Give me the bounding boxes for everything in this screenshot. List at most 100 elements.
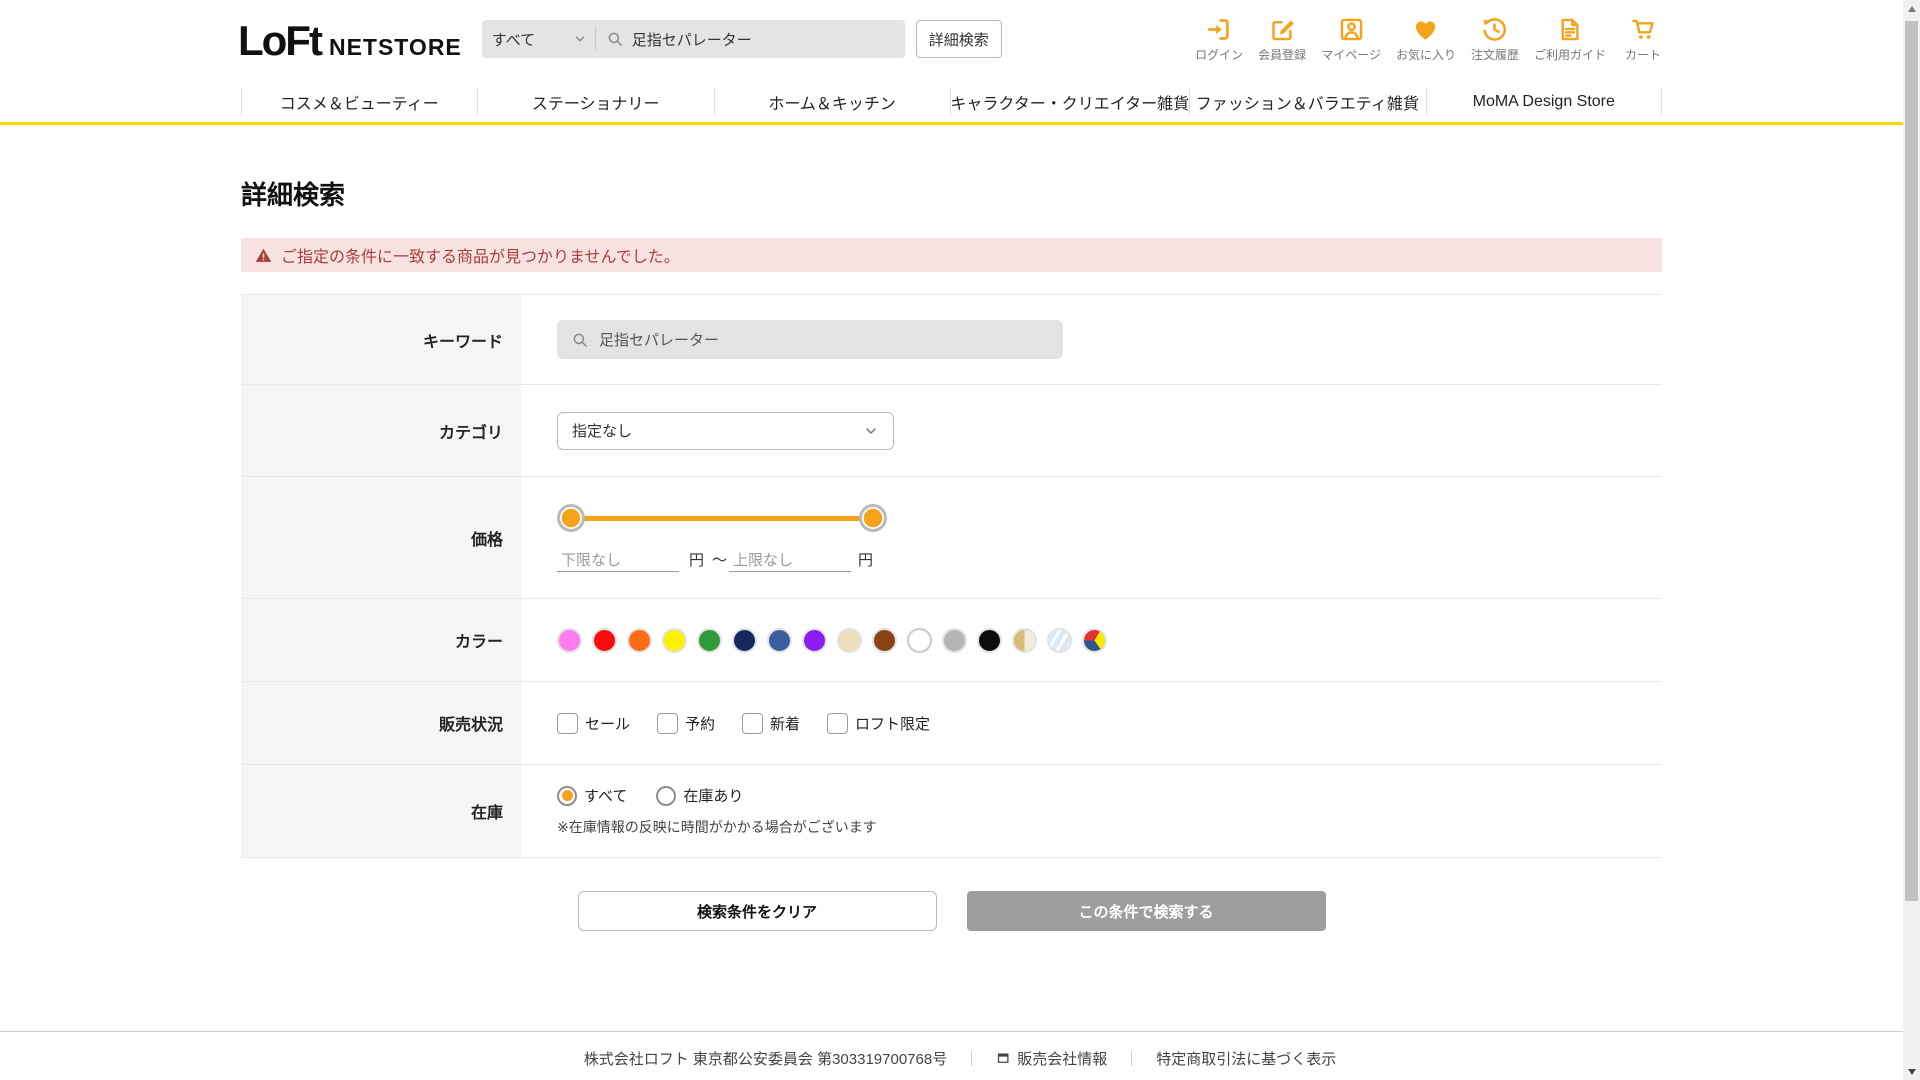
range-tilde: ～ bbox=[712, 552, 728, 569]
nav-item-cosmetics-beauty[interactable]: コスメ＆ビューティー bbox=[241, 81, 477, 122]
chevron-down-icon bbox=[866, 427, 876, 434]
color-swatch-black[interactable] bbox=[977, 627, 1002, 653]
register-link[interactable]: 会員登録 bbox=[1258, 16, 1306, 63]
radio-in-stock-circle bbox=[656, 785, 677, 806]
sales-status-label: 販売状況 bbox=[241, 682, 521, 764]
checkbox-sale-box bbox=[557, 712, 578, 734]
guide-link[interactable]: ご利用ガイド bbox=[1534, 16, 1606, 63]
nav-item-fashion-variety-goods[interactable]: ファッション＆バラエティ雑貨 bbox=[1189, 81, 1425, 122]
search-icon bbox=[573, 333, 587, 347]
stock-row: 在庫 すべて 在庫あり ※在庫情報の反映に時間がかかる場合がございます bbox=[241, 765, 1662, 858]
footer-divider bbox=[971, 1051, 973, 1066]
search-scope-value: すべて bbox=[491, 31, 536, 49]
color-swatch-navy[interactable] bbox=[732, 627, 757, 653]
keyword-input-box bbox=[557, 320, 1063, 359]
color-row: カラー bbox=[241, 599, 1662, 682]
slider-track bbox=[570, 516, 874, 521]
nav-item-home-kitchen[interactable]: ホーム＆キッチン bbox=[713, 81, 950, 122]
radio-stock-all-circle bbox=[557, 785, 577, 806]
color-swatch-clear[interactable] bbox=[1047, 627, 1072, 653]
scrollbar-thumb[interactable] bbox=[1905, 21, 1918, 901]
logo-main-text: LoFt bbox=[238, 17, 323, 64]
heart-icon bbox=[1416, 21, 1436, 40]
category-nav: コスメ＆ビューティー ステーショナリー ホーム＆キッチン キャラクター・クリエイ… bbox=[241, 81, 1662, 122]
color-swatch-green[interactable] bbox=[697, 627, 722, 653]
guide-icon bbox=[1562, 18, 1580, 41]
mypage-link[interactable]: マイページ bbox=[1321, 16, 1381, 63]
yen-label-max: 円 bbox=[858, 552, 874, 569]
search-divider bbox=[594, 27, 596, 51]
keyword-input[interactable] bbox=[599, 331, 1019, 348]
order-history-link[interactable]: 注文履歴 bbox=[1471, 16, 1519, 63]
page-title: 詳細検索 bbox=[241, 180, 346, 210]
external-window-icon bbox=[998, 1053, 1009, 1063]
order-history-label: 注文履歴 bbox=[1470, 48, 1519, 62]
guide-label: ご利用ガイド bbox=[1533, 48, 1606, 62]
radio-stock-all[interactable]: すべて bbox=[557, 785, 627, 806]
header-search-input[interactable] bbox=[631, 30, 862, 48]
slider-handle-min[interactable] bbox=[557, 504, 585, 532]
nav-item-moma-design-store[interactable]: MoMA Design Store bbox=[1425, 81, 1662, 122]
checkbox-preorder[interactable]: 予約 bbox=[657, 712, 715, 734]
clear-search-button[interactable]: 検索条件をクリア bbox=[577, 891, 937, 931]
header-search-bar: すべて bbox=[481, 20, 905, 58]
color-swatch-pink[interactable] bbox=[557, 627, 582, 653]
category-selected-value: 指定なし bbox=[572, 423, 633, 440]
register-icon bbox=[1271, 20, 1294, 41]
footer-link-seller-info[interactable]: 販売会社情報 bbox=[996, 1048, 1107, 1069]
scrollbar[interactable] bbox=[1903, 0, 1920, 1080]
warning-icon bbox=[255, 248, 272, 262]
radio-in-stock[interactable]: 在庫あり bbox=[656, 785, 743, 806]
checkbox-sale[interactable]: セール bbox=[557, 712, 630, 734]
category-label: カテゴリ bbox=[241, 385, 521, 476]
color-swatch-yellow[interactable] bbox=[662, 627, 687, 653]
color-swatch-gold-silver[interactable] bbox=[1012, 627, 1037, 653]
color-label: カラー bbox=[241, 599, 521, 681]
footer-divider bbox=[1131, 1051, 1133, 1066]
sales-status-row: 販売状況 セール 予約 新着 ロフト限定 bbox=[241, 682, 1662, 765]
login-link[interactable]: ログイン bbox=[1195, 16, 1243, 63]
mypage-label: マイページ bbox=[1321, 48, 1381, 62]
cart-link[interactable]: カート bbox=[1621, 16, 1665, 63]
register-label: 会員登録 bbox=[1258, 48, 1307, 62]
cart-icon bbox=[1631, 19, 1654, 39]
keyword-label: キーワード bbox=[241, 295, 521, 384]
price-label: 価格 bbox=[241, 477, 521, 598]
nav-item-character-creator-goods[interactable]: キャラクター・クリエイター雑貨 bbox=[950, 81, 1189, 122]
scroll-up-button[interactable] bbox=[1903, 0, 1920, 17]
footer-link-transactions-law[interactable]: 特定商取引法に基づく表示 bbox=[1156, 1048, 1336, 1069]
color-swatch-multicolor[interactable] bbox=[1082, 627, 1107, 653]
logo-sub-text: NETSTORE bbox=[328, 34, 462, 60]
checkbox-loft-limited[interactable]: ロフト限定 bbox=[827, 712, 930, 734]
color-swatch-red[interactable] bbox=[592, 627, 617, 653]
login-label: ログイン bbox=[1195, 48, 1244, 62]
submit-search-button[interactable]: この条件で検索する bbox=[966, 891, 1326, 931]
company-registration-text: 株式会社ロフト 東京都公安委員会 第303319700768号 bbox=[583, 1051, 948, 1068]
price-row: 価格 円 ～ 円 bbox=[241, 477, 1662, 599]
site-header: LoFt NETSTORE すべて 詳細検索 ログイン bbox=[0, 0, 1920, 122]
search-scope-select[interactable]: すべて bbox=[492, 29, 587, 50]
price-max-input[interactable] bbox=[729, 550, 852, 572]
loft-logo[interactable]: LoFt NETSTORE bbox=[238, 20, 462, 62]
checkbox-new-arrival-box bbox=[742, 712, 764, 734]
category-select[interactable]: 指定なし bbox=[557, 411, 894, 450]
color-swatch-brown[interactable] bbox=[872, 627, 897, 653]
stock-note: ※在庫情報の反映に時間がかかる場合がございます bbox=[557, 819, 877, 835]
scroll-down-button[interactable] bbox=[1903, 1063, 1920, 1080]
color-swatch-gray[interactable] bbox=[942, 627, 967, 653]
color-swatch-blue[interactable] bbox=[767, 627, 792, 653]
checkbox-new-arrival[interactable]: 新着 bbox=[742, 712, 800, 734]
color-swatch-orange[interactable] bbox=[627, 627, 652, 653]
slider-handle-max[interactable] bbox=[859, 504, 887, 532]
color-swatch-purple[interactable] bbox=[802, 627, 827, 653]
price-min-input[interactable] bbox=[557, 550, 679, 572]
color-swatch-beige[interactable] bbox=[837, 627, 862, 653]
search-form: キーワード カテゴリ 指定なし 価格 bbox=[241, 294, 1662, 858]
site-footer: 株式会社ロフト 東京都公安委員会 第303319700768号 販売会社情報 特… bbox=[0, 1031, 1920, 1080]
favorites-link[interactable]: お気に入り bbox=[1396, 16, 1456, 63]
color-swatch-white[interactable] bbox=[907, 627, 932, 653]
advanced-search-button[interactable]: 詳細検索 bbox=[915, 20, 1002, 58]
checkbox-preorder-box bbox=[657, 712, 679, 734]
chevron-down-icon bbox=[575, 36, 585, 42]
nav-item-stationery[interactable]: ステーショナリー bbox=[477, 81, 713, 122]
